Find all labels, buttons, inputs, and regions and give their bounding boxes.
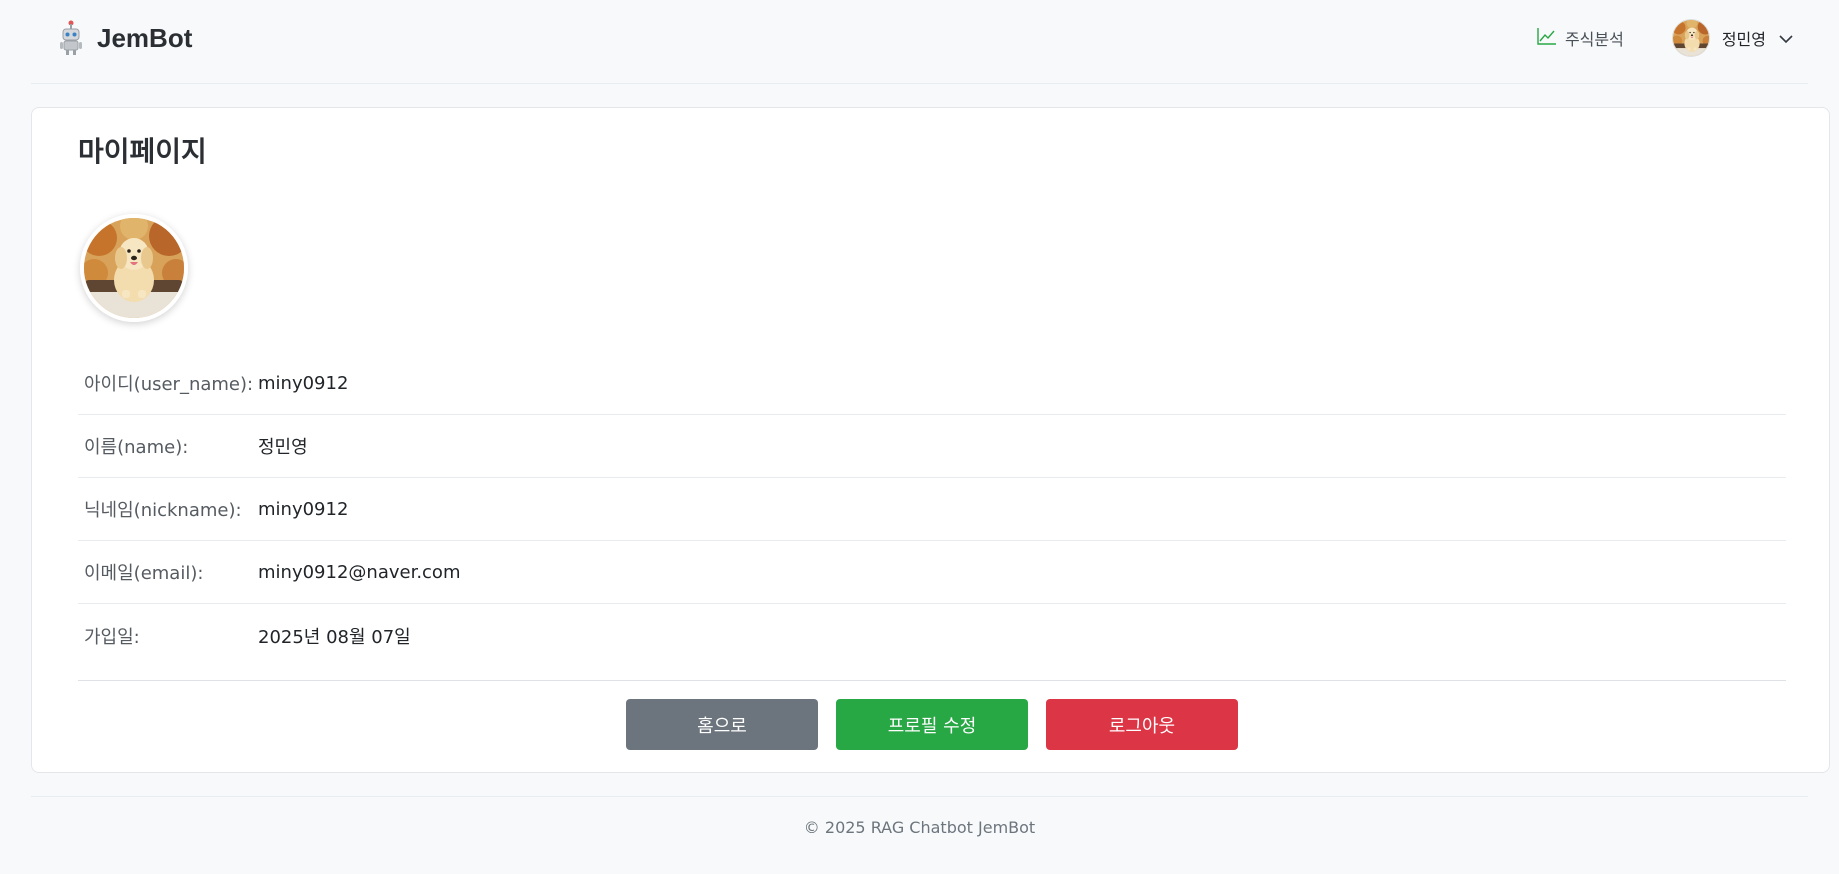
nav-right: 주식분석 정민영 [1537,18,1808,58]
row-label: 가입일: [84,626,140,648]
row-value: miny0912 [258,372,349,394]
row-label: 이름(name): [84,437,189,458]
footer-text: © 2025 RAG Chatbot JemBot [803,818,1036,837]
brand-name: JemBot [97,22,193,53]
table-row: 이메일(email): miny0912@naver.com [78,541,1786,604]
row-value: miny0912@naver.com [258,561,461,583]
table-row: 아이디(user_name): miny0912 [78,352,1786,415]
table-row: 이름(name): 정민영 [78,415,1786,478]
user-name: 정민영 [1721,30,1766,49]
chevron-down-icon [1778,29,1794,48]
robot-icon [57,20,85,56]
table-row: 가입일: 2025년 08월 07일 [78,604,1786,667]
footer-divider [31,796,1808,797]
profile-info-table: 아이디(user_name): miny0912 이름(name): 정민영 닉… [78,352,1786,667]
top-navbar: JemBot 주식분석 정민영 [31,0,1808,84]
nav-stock-analysis-link[interactable]: 주식분석 [1537,26,1624,50]
home-button[interactable]: 홈으로 [626,699,818,750]
brand-link[interactable]: JemBot [57,18,192,58]
profile-avatar [80,214,188,322]
row-label: 닉네임(nickname): [84,500,242,521]
avatar [1671,19,1710,57]
line-chart-icon [1537,27,1557,49]
user-menu-toggle[interactable]: 정민영 [1671,19,1794,57]
action-buttons: 홈으로 프로필 수정 로그아웃 [626,699,1238,750]
nav-stock-label: 주식분석 [1564,30,1624,49]
row-value: 정민영 [258,437,308,458]
row-label: 아이디(user_name): [84,374,254,395]
logout-button[interactable]: 로그아웃 [1046,699,1238,750]
profile-card: 마이페이지 아이디(user_name): miny0912 이름(name):… [31,107,1830,773]
row-value: miny0912 [258,498,349,520]
divider [78,680,1786,681]
table-row: 닉네임(nickname): miny0912 [78,478,1786,541]
row-value: 2025년 08월 07일 [258,626,411,648]
row-label: 이메일(email): [84,563,204,584]
edit-profile-button[interactable]: 프로필 수정 [836,699,1028,750]
page-title: 마이페이지 [78,135,207,168]
